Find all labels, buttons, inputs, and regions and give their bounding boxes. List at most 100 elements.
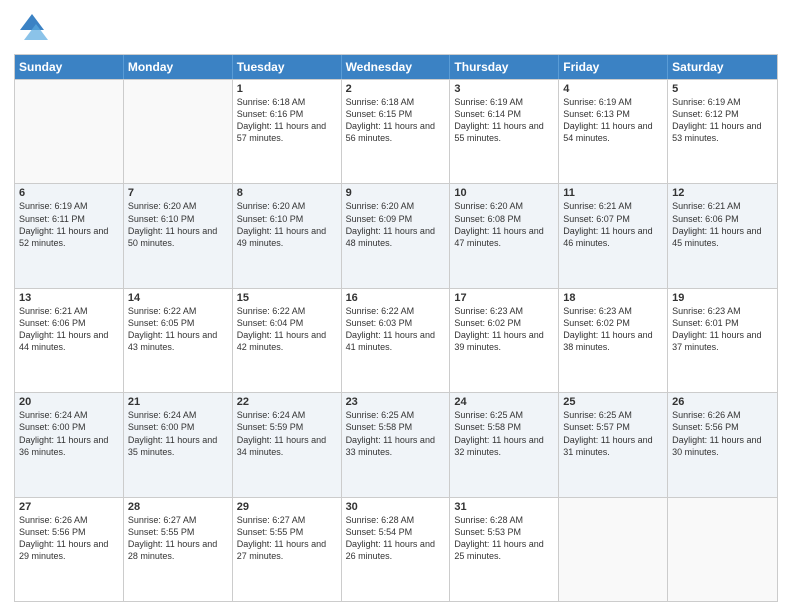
cell-info: Sunrise: 6:27 AM Sunset: 5:55 PM Dayligh… xyxy=(237,514,337,563)
cell-info: Sunrise: 6:19 AM Sunset: 6:13 PM Dayligh… xyxy=(563,96,663,145)
calendar-cell-1-3: 9Sunrise: 6:20 AM Sunset: 6:09 PM Daylig… xyxy=(342,184,451,287)
cell-info: Sunrise: 6:26 AM Sunset: 5:56 PM Dayligh… xyxy=(19,514,119,563)
day-number: 27 xyxy=(19,501,119,513)
weekday-header-tuesday: Tuesday xyxy=(233,55,342,79)
cell-info: Sunrise: 6:25 AM Sunset: 5:58 PM Dayligh… xyxy=(346,409,446,458)
day-number: 30 xyxy=(346,501,446,513)
cell-info: Sunrise: 6:20 AM Sunset: 6:09 PM Dayligh… xyxy=(346,200,446,249)
day-number: 19 xyxy=(672,292,773,304)
calendar-cell-0-0 xyxy=(15,80,124,183)
calendar-cell-2-5: 18Sunrise: 6:23 AM Sunset: 6:02 PM Dayli… xyxy=(559,289,668,392)
day-number: 9 xyxy=(346,187,446,199)
cell-info: Sunrise: 6:21 AM Sunset: 6:07 PM Dayligh… xyxy=(563,200,663,249)
cell-info: Sunrise: 6:18 AM Sunset: 6:16 PM Dayligh… xyxy=(237,96,337,145)
cell-info: Sunrise: 6:23 AM Sunset: 6:02 PM Dayligh… xyxy=(454,305,554,354)
cell-info: Sunrise: 6:19 AM Sunset: 6:11 PM Dayligh… xyxy=(19,200,119,249)
day-number: 6 xyxy=(19,187,119,199)
day-number: 16 xyxy=(346,292,446,304)
calendar-cell-1-1: 7Sunrise: 6:20 AM Sunset: 6:10 PM Daylig… xyxy=(124,184,233,287)
cell-info: Sunrise: 6:21 AM Sunset: 6:06 PM Dayligh… xyxy=(19,305,119,354)
calendar-cell-2-0: 13Sunrise: 6:21 AM Sunset: 6:06 PM Dayli… xyxy=(15,289,124,392)
header xyxy=(14,10,778,46)
day-number: 3 xyxy=(454,83,554,95)
cell-info: Sunrise: 6:19 AM Sunset: 6:14 PM Dayligh… xyxy=(454,96,554,145)
day-number: 11 xyxy=(563,187,663,199)
cell-info: Sunrise: 6:28 AM Sunset: 5:53 PM Dayligh… xyxy=(454,514,554,563)
calendar-cell-1-4: 10Sunrise: 6:20 AM Sunset: 6:08 PM Dayli… xyxy=(450,184,559,287)
day-number: 24 xyxy=(454,396,554,408)
day-number: 28 xyxy=(128,501,228,513)
cell-info: Sunrise: 6:22 AM Sunset: 6:03 PM Dayligh… xyxy=(346,305,446,354)
calendar-cell-2-4: 17Sunrise: 6:23 AM Sunset: 6:02 PM Dayli… xyxy=(450,289,559,392)
calendar-row-1: 6Sunrise: 6:19 AM Sunset: 6:11 PM Daylig… xyxy=(15,183,777,287)
logo xyxy=(14,10,54,46)
calendar-cell-4-4: 31Sunrise: 6:28 AM Sunset: 5:53 PM Dayli… xyxy=(450,498,559,601)
day-number: 4 xyxy=(563,83,663,95)
day-number: 26 xyxy=(672,396,773,408)
calendar-body: 1Sunrise: 6:18 AM Sunset: 6:16 PM Daylig… xyxy=(15,79,777,601)
calendar-cell-3-2: 22Sunrise: 6:24 AM Sunset: 5:59 PM Dayli… xyxy=(233,393,342,496)
day-number: 23 xyxy=(346,396,446,408)
calendar-cell-0-1 xyxy=(124,80,233,183)
day-number: 29 xyxy=(237,501,337,513)
day-number: 17 xyxy=(454,292,554,304)
cell-info: Sunrise: 6:24 AM Sunset: 6:00 PM Dayligh… xyxy=(128,409,228,458)
calendar-cell-0-5: 4Sunrise: 6:19 AM Sunset: 6:13 PM Daylig… xyxy=(559,80,668,183)
cell-info: Sunrise: 6:20 AM Sunset: 6:10 PM Dayligh… xyxy=(237,200,337,249)
day-number: 18 xyxy=(563,292,663,304)
calendar-cell-2-3: 16Sunrise: 6:22 AM Sunset: 6:03 PM Dayli… xyxy=(342,289,451,392)
weekday-header-thursday: Thursday xyxy=(450,55,559,79)
cell-info: Sunrise: 6:26 AM Sunset: 5:56 PM Dayligh… xyxy=(672,409,773,458)
calendar-row-3: 20Sunrise: 6:24 AM Sunset: 6:00 PM Dayli… xyxy=(15,392,777,496)
calendar: SundayMondayTuesdayWednesdayThursdayFrid… xyxy=(14,54,778,602)
calendar-cell-3-6: 26Sunrise: 6:26 AM Sunset: 5:56 PM Dayli… xyxy=(668,393,777,496)
calendar-cell-3-3: 23Sunrise: 6:25 AM Sunset: 5:58 PM Dayli… xyxy=(342,393,451,496)
calendar-cell-4-6 xyxy=(668,498,777,601)
cell-info: Sunrise: 6:24 AM Sunset: 6:00 PM Dayligh… xyxy=(19,409,119,458)
weekday-header-saturday: Saturday xyxy=(668,55,777,79)
calendar-cell-0-6: 5Sunrise: 6:19 AM Sunset: 6:12 PM Daylig… xyxy=(668,80,777,183)
day-number: 1 xyxy=(237,83,337,95)
day-number: 12 xyxy=(672,187,773,199)
cell-info: Sunrise: 6:28 AM Sunset: 5:54 PM Dayligh… xyxy=(346,514,446,563)
day-number: 8 xyxy=(237,187,337,199)
day-number: 5 xyxy=(672,83,773,95)
day-number: 7 xyxy=(128,187,228,199)
calendar-cell-1-6: 12Sunrise: 6:21 AM Sunset: 6:06 PM Dayli… xyxy=(668,184,777,287)
calendar-cell-3-1: 21Sunrise: 6:24 AM Sunset: 6:00 PM Dayli… xyxy=(124,393,233,496)
cell-info: Sunrise: 6:22 AM Sunset: 6:04 PM Dayligh… xyxy=(237,305,337,354)
calendar-cell-3-4: 24Sunrise: 6:25 AM Sunset: 5:58 PM Dayli… xyxy=(450,393,559,496)
day-number: 31 xyxy=(454,501,554,513)
calendar-cell-2-1: 14Sunrise: 6:22 AM Sunset: 6:05 PM Dayli… xyxy=(124,289,233,392)
day-number: 15 xyxy=(237,292,337,304)
cell-info: Sunrise: 6:20 AM Sunset: 6:10 PM Dayligh… xyxy=(128,200,228,249)
calendar-cell-2-2: 15Sunrise: 6:22 AM Sunset: 6:04 PM Dayli… xyxy=(233,289,342,392)
cell-info: Sunrise: 6:18 AM Sunset: 6:15 PM Dayligh… xyxy=(346,96,446,145)
day-number: 25 xyxy=(563,396,663,408)
calendar-cell-1-2: 8Sunrise: 6:20 AM Sunset: 6:10 PM Daylig… xyxy=(233,184,342,287)
weekday-header-friday: Friday xyxy=(559,55,668,79)
calendar-cell-0-2: 1Sunrise: 6:18 AM Sunset: 6:16 PM Daylig… xyxy=(233,80,342,183)
day-number: 20 xyxy=(19,396,119,408)
weekday-header-monday: Monday xyxy=(124,55,233,79)
calendar-cell-1-5: 11Sunrise: 6:21 AM Sunset: 6:07 PM Dayli… xyxy=(559,184,668,287)
calendar-cell-3-0: 20Sunrise: 6:24 AM Sunset: 6:00 PM Dayli… xyxy=(15,393,124,496)
cell-info: Sunrise: 6:23 AM Sunset: 6:01 PM Dayligh… xyxy=(672,305,773,354)
calendar-cell-4-0: 27Sunrise: 6:26 AM Sunset: 5:56 PM Dayli… xyxy=(15,498,124,601)
cell-info: Sunrise: 6:24 AM Sunset: 5:59 PM Dayligh… xyxy=(237,409,337,458)
day-number: 10 xyxy=(454,187,554,199)
weekday-header-sunday: Sunday xyxy=(15,55,124,79)
calendar-row-0: 1Sunrise: 6:18 AM Sunset: 6:16 PM Daylig… xyxy=(15,79,777,183)
calendar-cell-4-2: 29Sunrise: 6:27 AM Sunset: 5:55 PM Dayli… xyxy=(233,498,342,601)
cell-info: Sunrise: 6:21 AM Sunset: 6:06 PM Dayligh… xyxy=(672,200,773,249)
calendar-row-2: 13Sunrise: 6:21 AM Sunset: 6:06 PM Dayli… xyxy=(15,288,777,392)
calendar-cell-1-0: 6Sunrise: 6:19 AM Sunset: 6:11 PM Daylig… xyxy=(15,184,124,287)
calendar-cell-4-3: 30Sunrise: 6:28 AM Sunset: 5:54 PM Dayli… xyxy=(342,498,451,601)
calendar-header: SundayMondayTuesdayWednesdayThursdayFrid… xyxy=(15,55,777,79)
weekday-header-wednesday: Wednesday xyxy=(342,55,451,79)
day-number: 22 xyxy=(237,396,337,408)
day-number: 2 xyxy=(346,83,446,95)
cell-info: Sunrise: 6:27 AM Sunset: 5:55 PM Dayligh… xyxy=(128,514,228,563)
cell-info: Sunrise: 6:25 AM Sunset: 5:58 PM Dayligh… xyxy=(454,409,554,458)
day-number: 13 xyxy=(19,292,119,304)
